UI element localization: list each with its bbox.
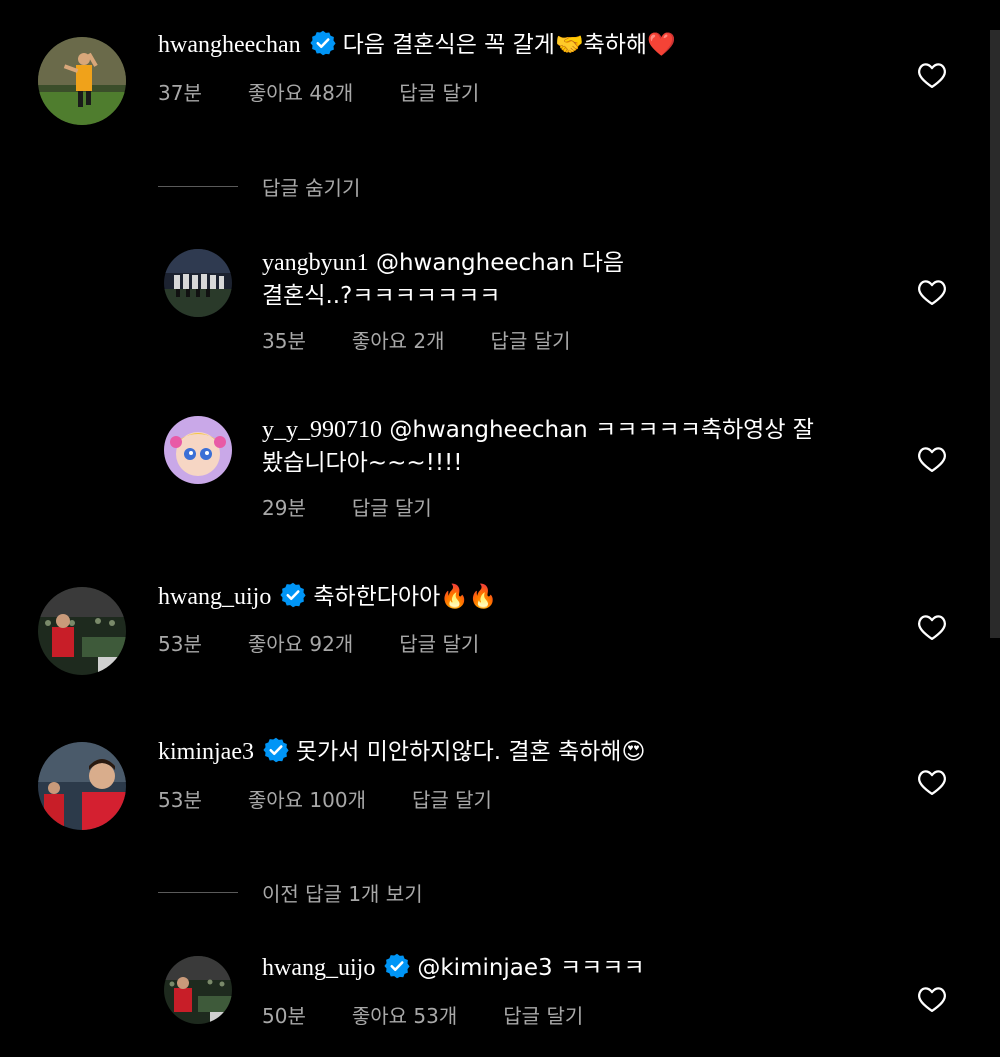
like-heart-icon[interactable] <box>917 445 947 473</box>
verified-badge-icon <box>263 737 289 763</box>
reply-hwang_uijo: hwang_uijo @kiminjae3 ㅋㅋㅋㅋ <box>262 952 882 985</box>
likes-count[interactable]: 좋아요 48개 <box>248 81 353 105</box>
username[interactable]: yangbyun1 <box>262 250 369 276</box>
divider-line <box>158 892 238 893</box>
reply-button[interactable]: 답글 달기 <box>412 788 492 812</box>
reply-button[interactable]: 답글 달기 <box>503 1004 583 1028</box>
scrollbar-thumb[interactable] <box>990 30 1000 638</box>
reply-text-line2: 결혼식..?ㅋㅋㅋㅋㅋㅋㅋ <box>262 283 501 309</box>
reply-text-line2: 봤습니다아~~~!!!! <box>262 450 463 476</box>
reply-meta: 50분 좋아요 53개 답글 달기 <box>262 1000 629 1029</box>
reply-button[interactable]: 답글 달기 <box>352 496 432 520</box>
reply-button[interactable]: 답글 달기 <box>491 329 571 353</box>
reply-time: 35분 <box>262 329 306 353</box>
comment-meta: 37분 좋아요 48개 답글 달기 <box>158 77 525 106</box>
comment-kiminjae3: kiminjae3 못가서 미안하지않다. 결혼 축하해😍 <box>158 736 878 769</box>
username[interactable]: hwangheechan <box>158 32 301 58</box>
username[interactable]: y_y_990710 <box>262 417 382 443</box>
like-heart-icon[interactable] <box>917 613 947 641</box>
avatar-kiminjae3[interactable] <box>38 742 126 830</box>
like-heart-icon[interactable] <box>917 61 947 89</box>
avatar-y_y_990710[interactable] <box>164 416 232 484</box>
reply-meta: 35분 좋아요 2개 답글 달기 <box>262 325 617 354</box>
reply-button[interactable]: 답글 달기 <box>399 81 479 105</box>
comment-time: 53분 <box>158 788 202 812</box>
toggle-label: 이전 답글 1개 보기 <box>262 882 423 906</box>
likes-count[interactable]: 좋아요 2개 <box>352 329 445 353</box>
comment-meta: 53분 좋아요 100개 답글 달기 <box>158 784 538 813</box>
reply-text: @kiminjae3 ㅋㅋㅋㅋ <box>417 955 645 981</box>
comment-time: 37분 <box>158 81 202 105</box>
verified-badge-icon <box>280 582 306 608</box>
toggle-label: 답글 숨기기 <box>262 176 361 200</box>
username[interactable]: kiminjae3 <box>158 739 254 765</box>
comment-meta: 53분 좋아요 92개 답글 달기 <box>158 628 525 657</box>
reply-yangbyun1: yangbyun1 @hwangheechan 다음 결혼식..?ㅋㅋㅋㅋㅋㅋㅋ <box>262 247 882 313</box>
comment-hwangheechan: hwangheechan 다음 결혼식은 꼭 갈게🤝축하해❤️ <box>158 29 878 62</box>
comment-hwang_uijo: hwang_uijo 축하한다아아🔥🔥 <box>158 581 878 614</box>
likes-count[interactable]: 좋아요 53개 <box>352 1004 457 1028</box>
reply-time: 50분 <box>262 1004 306 1028</box>
avatar-hwangheechan[interactable] <box>38 37 126 125</box>
comment-time: 53분 <box>158 632 202 656</box>
divider-line <box>158 186 238 187</box>
verified-badge-icon <box>309 30 336 56</box>
avatar-hwang_uijo[interactable] <box>164 956 232 1024</box>
reply-button[interactable]: 답글 달기 <box>399 632 479 656</box>
like-heart-icon[interactable] <box>917 278 947 306</box>
reply-text-line1: @hwangheechan 다음 <box>375 250 625 276</box>
avatar-yangbyun1[interactable] <box>164 249 232 317</box>
reply-meta: 29분 답글 달기 <box>262 492 478 521</box>
username[interactable]: hwang_uijo <box>158 584 271 610</box>
hide-replies-toggle[interactable]: 답글 숨기기 <box>158 172 360 201</box>
reply-y_y_990710: y_y_990710 @hwangheechan ㅋㅋㅋㅋㅋ축하영상 잘 봤습니… <box>262 414 882 480</box>
comment-text: 축하한다아아🔥🔥 <box>313 584 498 610</box>
username[interactable]: hwang_uijo <box>262 955 375 981</box>
like-heart-icon[interactable] <box>917 985 947 1013</box>
avatar-hwang_uijo[interactable] <box>38 587 126 675</box>
view-previous-replies-toggle[interactable]: 이전 답글 1개 보기 <box>158 878 423 907</box>
comment-text: 다음 결혼식은 꼭 갈게🤝축하해❤️ <box>342 32 676 58</box>
like-heart-icon[interactable] <box>917 768 947 796</box>
reply-text-line1: @hwangheechan ㅋㅋㅋㅋㅋ축하영상 잘 <box>389 417 814 443</box>
verified-badge-icon <box>384 953 410 979</box>
likes-count[interactable]: 좋아요 100개 <box>248 788 366 812</box>
comment-text: 못가서 미안하지않다. 결혼 축하해😍 <box>295 739 646 765</box>
likes-count[interactable]: 좋아요 92개 <box>248 632 353 656</box>
reply-time: 29분 <box>262 496 306 520</box>
